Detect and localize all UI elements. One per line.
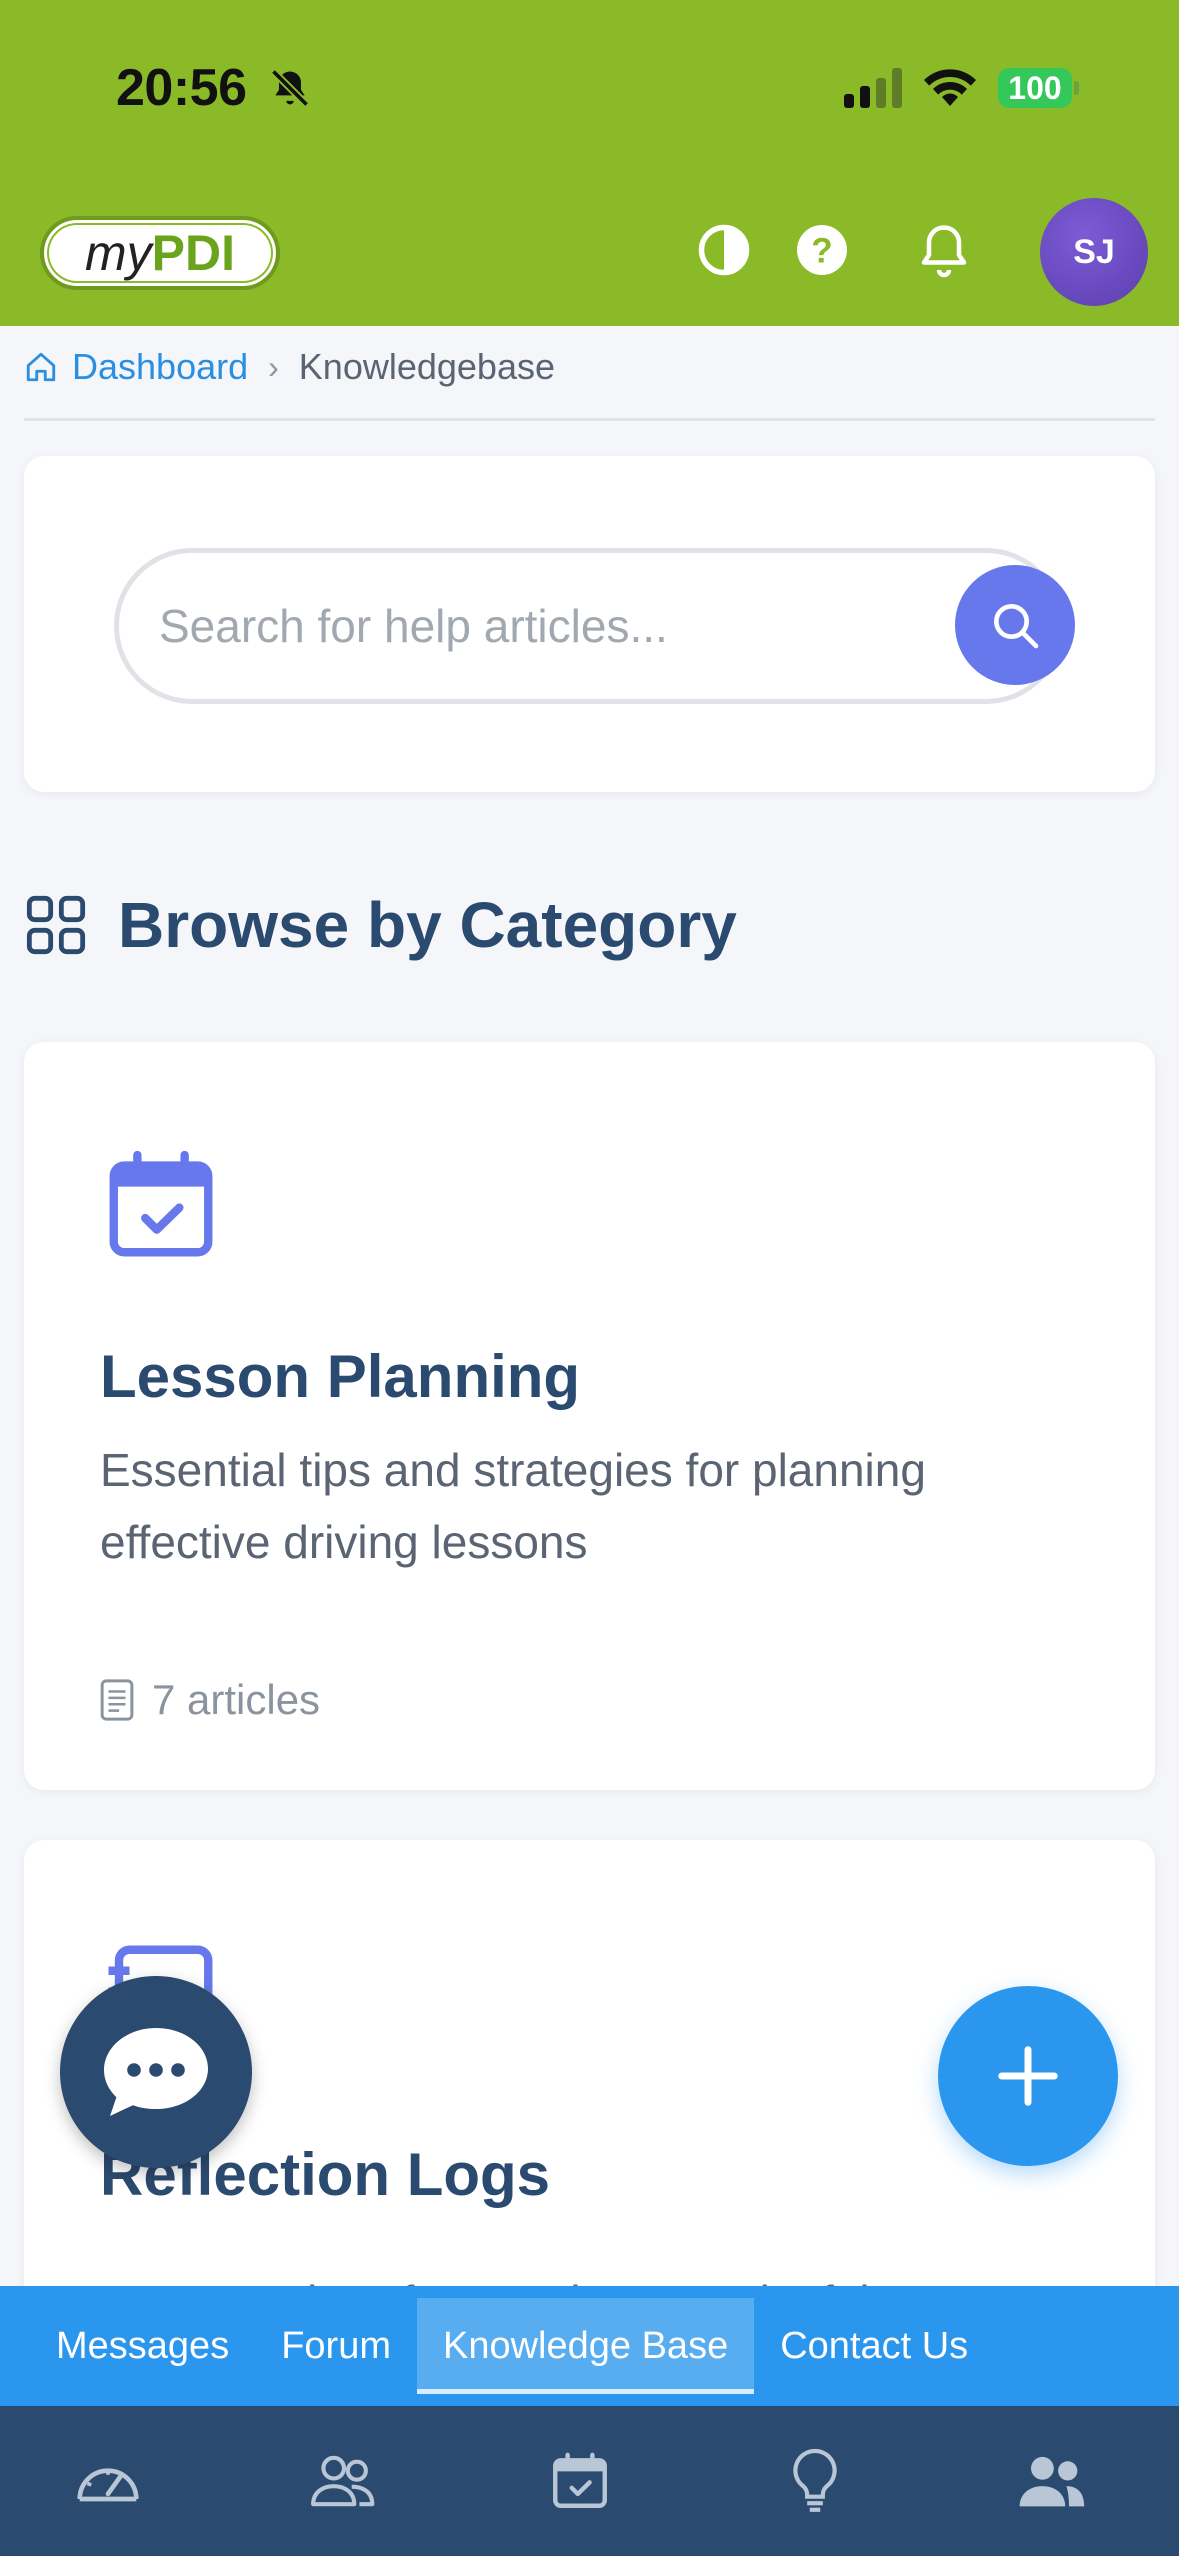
add-button[interactable] [938,1986,1118,2166]
plus-icon [998,2046,1058,2106]
wifi-icon [924,69,976,106]
sub-navigation: Messages Forum Knowledge Base Contact Us [0,2286,1179,2406]
lightbulb-icon [793,2448,837,2512]
chat-bubble-icon [104,2028,208,2116]
category-card-lesson-planning[interactable]: Lesson Planning Essential tips and strat… [24,1042,1155,1790]
svg-text:?: ? [811,232,832,271]
calendar-check-icon [109,1150,213,1257]
grid-icon [26,895,86,955]
category-description: Essential tips and strategies for planni… [100,1444,926,1568]
chat-button[interactable] [60,1976,252,2168]
document-icon [100,1679,134,1721]
contrast-toggle-icon[interactable] [694,220,754,280]
battery-level: 100 [998,68,1072,108]
battery-cap [1074,81,1079,95]
breadcrumb-dashboard-link[interactable]: Dashboard [72,346,248,388]
breadcrumb-current: Knowledgebase [298,346,555,387]
category-article-count: 7 articles [100,1676,320,1724]
battery-indicator: 100 [998,68,1080,108]
logo-pdi-text: PDI [151,225,235,281]
tab-calendar[interactable] [540,2446,620,2516]
cellular-signal-icon [844,68,902,108]
search-card [24,456,1155,792]
speedometer-icon [77,2468,139,2502]
category-title: Lesson Planning [100,1343,581,1410]
tab-dashboard[interactable] [68,2446,148,2516]
status-time: 20:56 [116,59,247,117]
search-box [114,548,1075,704]
article-count-text: 7 articles [152,1676,321,1723]
search-button[interactable] [955,565,1075,685]
notifications-bell-icon[interactable] [914,220,974,280]
people-solid-icon [1019,2456,1085,2507]
app-header: 20:56 100 my PDI ? SJ [0,0,1179,326]
calendar-check-icon [553,2452,607,2508]
browse-section-header: Browse by Category [24,888,737,962]
tab-people[interactable] [304,2446,384,2516]
tab-ideas[interactable] [775,2446,855,2516]
mypdi-logo[interactable]: my PDI [40,216,280,290]
bottom-tab-bar [0,2406,1179,2556]
logo-my-text: my [84,225,152,281]
people-outline-icon [311,2455,375,2507]
subnav-contact-us[interactable]: Contact Us [754,2298,994,2394]
user-avatar[interactable]: SJ [1040,198,1148,306]
search-icon [994,604,1039,649]
subnav-messages[interactable]: Messages [30,2298,255,2394]
subnav-knowledge-base[interactable]: Knowledge Base [417,2298,755,2394]
bell-muted-icon [270,68,310,108]
home-icon[interactable] [24,350,58,384]
breadcrumb-separator: › [268,348,279,385]
section-title: Browse by Category [118,889,737,961]
breadcrumb-divider [24,418,1155,421]
search-input[interactable] [159,553,859,699]
breadcrumb: Dashboard › Knowledgebase [24,340,555,394]
subnav-forum[interactable]: Forum [255,2298,417,2394]
tab-community[interactable] [1010,2446,1090,2516]
help-icon[interactable]: ? [792,220,852,280]
